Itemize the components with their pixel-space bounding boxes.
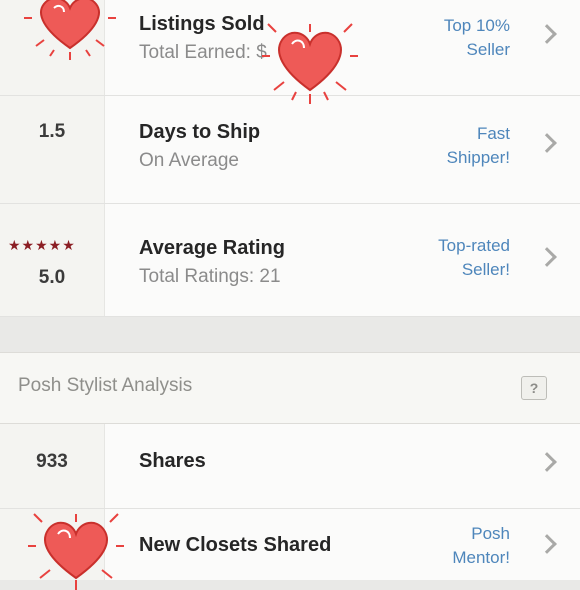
shares-title: Shares xyxy=(139,450,206,472)
badge-line-2: Mentor! xyxy=(452,548,510,567)
chevron-right-icon xyxy=(537,24,557,44)
badge-line-1: Top-rated xyxy=(438,236,510,255)
total-ratings-label: Total Ratings: 21 xyxy=(139,266,281,287)
days-to-ship-title: Days to Ship xyxy=(139,121,261,143)
top-seller-badge: Top 10% Seller xyxy=(444,14,510,62)
new-closets-shared-title: New Closets Shared xyxy=(139,534,332,556)
on-average-label: On Average xyxy=(139,150,240,171)
badge-line-2: Shipper! xyxy=(446,148,510,167)
heart-doodle-icon xyxy=(24,0,116,60)
chevron-right-icon xyxy=(537,133,557,153)
help-icon[interactable]: ? xyxy=(521,376,547,400)
chevron-right-icon xyxy=(537,534,557,554)
heart-doodle-icon xyxy=(28,513,124,590)
badge-line-2: Seller xyxy=(466,40,510,59)
stat-column xyxy=(0,96,105,203)
chevron-right-icon xyxy=(537,247,557,267)
badge-line-1: Posh xyxy=(471,524,510,543)
shares-value: 933 xyxy=(36,451,68,472)
star-rating-icon: ★★★★★ xyxy=(8,237,76,253)
average-rating-value: 5.0 xyxy=(38,267,66,288)
badge-line-2: Seller! xyxy=(461,260,510,279)
posh-stylist-analysis-header: Posh Stylist Analysis ? xyxy=(0,352,580,424)
section-title: Posh Stylist Analysis xyxy=(18,375,193,396)
badge-line-1: Fast xyxy=(476,124,510,143)
posh-mentor-badge: Posh Mentor! xyxy=(452,522,510,570)
chevron-right-icon xyxy=(537,452,557,472)
heart-doodle-icon xyxy=(262,23,358,104)
badge-line-1: Top 10% xyxy=(443,16,510,35)
top-rated-badge: Top-rated Seller! xyxy=(438,234,510,282)
shares-row[interactable]: 933 Shares xyxy=(0,424,580,509)
average-rating-row[interactable]: ★★★★★ 5.0 Average Rating Total Ratings: … xyxy=(0,204,580,317)
days-to-ship-value: 1.5 xyxy=(38,121,66,142)
fast-shipper-badge: Fast Shipper! xyxy=(447,122,510,170)
days-to-ship-row[interactable]: 1.5 Days to Ship On Average Fast Shipper… xyxy=(0,96,580,204)
stat-column xyxy=(0,204,105,316)
average-rating-title: Average Rating xyxy=(139,237,285,259)
listings-sold-title: Listings Sold xyxy=(139,13,265,35)
total-earned-label: Total Earned: $ xyxy=(139,42,267,63)
